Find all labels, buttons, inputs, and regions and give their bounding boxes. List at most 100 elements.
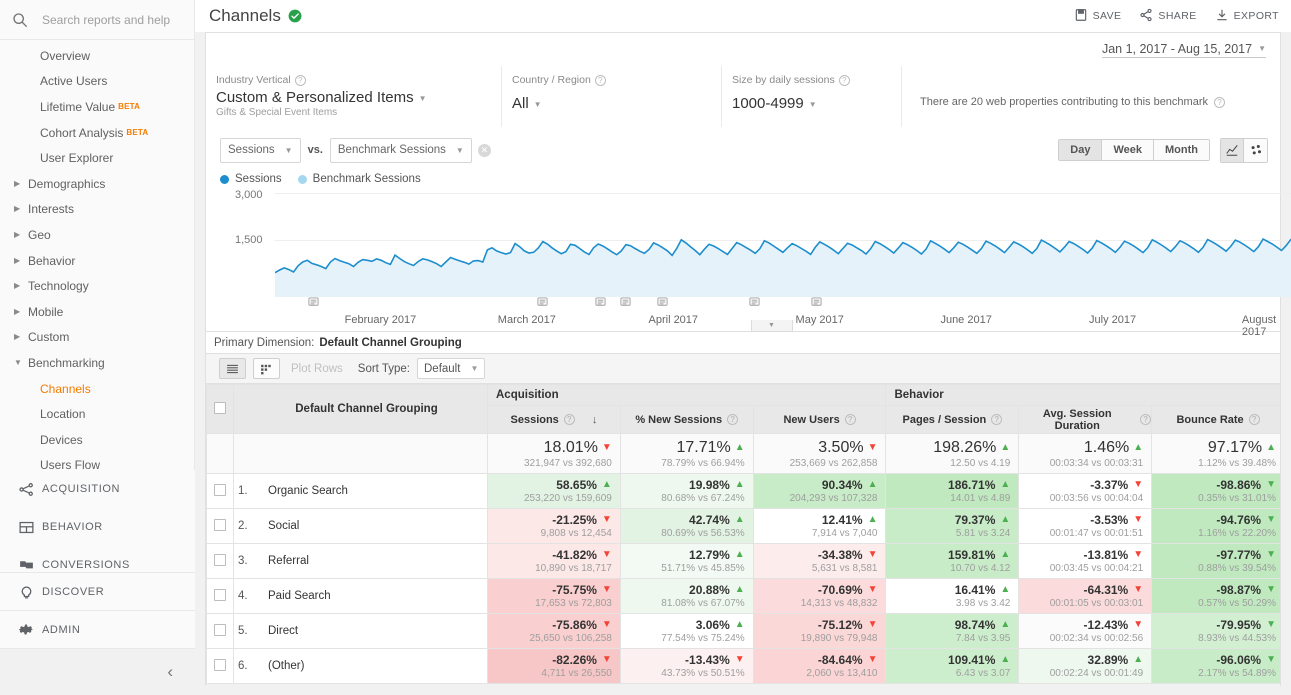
help-icon[interactable]: ? (1248, 414, 1260, 425)
granularity-day-button[interactable]: Day (1059, 140, 1103, 160)
chart-annotation-marker[interactable] (308, 297, 319, 311)
table-row[interactable]: 5. Direct -75.86% ▼ 25,650 vs 106,258 3.06% ▲ 7… (206, 613, 1280, 649)
column-header-bounce-rate[interactable]: Bounce Rate? (1151, 405, 1280, 434)
row-channel-name[interactable]: Paid Search (268, 590, 331, 602)
primary-metric-select[interactable]: Sessions ▼ (220, 137, 301, 163)
granularity-week-button[interactable]: Week (1102, 140, 1155, 160)
sidebar-item-overview[interactable]: Overview (0, 43, 194, 69)
date-range-picker[interactable]: Jan 1, 2017 - Aug 15, 2017 ▼ (1101, 42, 1266, 58)
sidebar-section-discover[interactable]: DISCOVER (0, 572, 195, 610)
sidebar-item-behavior[interactable]: ▶ Behavior (0, 248, 194, 274)
sidebar-item-cohort-analysis[interactable]: Cohort Analysis BETA (0, 120, 194, 146)
sidebar-item-mobile[interactable]: ▶ Mobile (0, 299, 194, 325)
help-icon[interactable]: ? (838, 74, 850, 86)
metric-comparison: 00:03:56 vs 00:04:04 (1049, 493, 1144, 504)
sidebar-item-geo[interactable]: ▶ Geo (0, 222, 194, 248)
sidebar-item-devices[interactable]: Devices (0, 427, 194, 453)
grid-view-icon[interactable] (253, 358, 280, 379)
sidebar-item-channels[interactable]: Channels (0, 376, 194, 402)
table-row[interactable]: 2. Social -21.25% ▼ 9,808 vs 12,454 42.74% ▲ 80… (206, 508, 1280, 544)
select-all-checkbox[interactable] (214, 401, 226, 414)
help-icon[interactable]: ? (563, 414, 575, 425)
column-header-avg-session-duration[interactable]: Avg. Session Duration? (1018, 405, 1153, 434)
sidebar-item-user-explorer[interactable]: User Explorer (0, 145, 194, 171)
row-checkbox[interactable] (214, 588, 226, 601)
metric-comparison: 4,711 vs 26,550 (541, 668, 612, 679)
sidebar-collapse-button[interactable]: ‹ (0, 648, 195, 695)
table-row[interactable]: 6. (Other) -82.26% ▼ 4,711 vs 26,550 -13.43% ▼… (206, 648, 1280, 684)
chart-zoom-handle[interactable]: ▼ (750, 320, 793, 332)
row-checkbox[interactable] (214, 623, 226, 636)
line-chart-icon[interactable] (1221, 138, 1244, 162)
row-checkbox[interactable] (214, 658, 226, 671)
legend-item-benchmark-sessions[interactable]: Benchmark Sessions (297, 173, 421, 185)
help-icon[interactable]: ? (844, 414, 856, 425)
sidebar-item-technology[interactable]: ▶ Technology (0, 273, 194, 299)
sidebar-item-location[interactable]: Location (0, 401, 194, 427)
sidebar-item-custom[interactable]: ▶ Custom (0, 325, 194, 351)
metric-cell: 58.65% ▲ 253,220 vs 159,609 (487, 473, 621, 509)
metric-cell: 42.74% ▲ 80.69% vs 56.53% (619, 508, 754, 544)
chart-annotation-marker[interactable] (595, 297, 606, 311)
search-input[interactable] (40, 11, 185, 28)
column-header-label: Bounce Rate (1176, 413, 1244, 426)
filter-country-region: Country / Region ? All ▼ (501, 66, 721, 127)
sidebar-item-users-flow[interactable]: Users Flow (0, 453, 194, 470)
group-header-behavior: Behavior (885, 384, 1280, 406)
help-icon[interactable]: ? (594, 74, 606, 86)
table-row[interactable]: 3. Referral -41.82% ▼ 10,890 vs 18,717 12.79%… (206, 543, 1280, 579)
remove-comparison-icon[interactable]: ✕ (477, 143, 491, 157)
filter-label: Industry Vertical ? (216, 74, 501, 86)
sort-type-select[interactable]: Default ▼ (417, 358, 486, 379)
chart-annotation-marker[interactable] (749, 297, 760, 311)
help-icon[interactable]: ? (1214, 96, 1225, 108)
sidebar-item-interests[interactable]: ▶ Interests (0, 197, 194, 223)
column-header-new-users[interactable]: New Users? (752, 405, 887, 434)
sidebar-section-admin[interactable]: ADMIN (0, 610, 195, 648)
sidebar-section-acquisition[interactable]: ACQUISITION (0, 470, 195, 508)
sidebar-item-demographics[interactable]: ▶ Demographics (0, 171, 194, 197)
row-checkbox[interactable] (214, 483, 226, 496)
save-button[interactable]: SAVE (1074, 8, 1122, 25)
sessions-area-chart[interactable] (275, 193, 1291, 297)
legend-item-sessions[interactable]: Sessions (220, 173, 282, 185)
filter-value[interactable]: All ▼ (512, 95, 721, 112)
share-button[interactable]: SHARE (1139, 8, 1196, 25)
filter-value[interactable]: Custom & Personalized Items ▼ (216, 89, 501, 106)
metric-cell: -34.38% ▼ 5,631 vs 8,581 (752, 543, 887, 579)
help-icon[interactable]: ? (991, 414, 1003, 425)
sidebar-item-lifetime-value[interactable]: Lifetime Value BETA (0, 94, 194, 120)
filter-value[interactable]: 1000-4999 ▼ (732, 95, 901, 112)
help-icon[interactable]: ? (294, 74, 306, 86)
export-button[interactable]: EXPORT (1215, 8, 1279, 25)
row-channel-name[interactable]: Social (268, 520, 299, 532)
column-header-sessions[interactable]: Sessions? ↓ (487, 405, 621, 434)
sidebar-item-active-users[interactable]: Active Users (0, 69, 194, 95)
row-channel-name[interactable]: Direct (268, 625, 298, 637)
chart-annotation-marker[interactable] (657, 297, 668, 311)
row-channel-name[interactable]: Organic Search (268, 485, 348, 497)
plot-rows-button[interactable]: Plot Rows (287, 363, 347, 375)
secondary-metric-select[interactable]: Benchmark Sessions ▼ (329, 137, 472, 163)
row-channel-name[interactable]: (Other) (268, 660, 304, 672)
table-view-icon[interactable] (219, 358, 246, 379)
help-icon[interactable]: ? (1140, 414, 1152, 425)
chart-annotation-marker[interactable] (537, 297, 548, 311)
sidebar-item-label: Channels (40, 381, 91, 396)
sidebar-section-behavior[interactable]: BEHAVIOR (0, 508, 195, 546)
row-checkbox[interactable] (214, 553, 226, 566)
help-icon[interactable]: ? (727, 414, 739, 425)
sidebar-item-benchmarking[interactable]: ▼ Benchmarking (0, 350, 194, 376)
table-scroll-container[interactable]: Default Channel Grouping Acquisition Beh… (205, 384, 1281, 686)
row-channel-name[interactable]: Referral (268, 555, 309, 567)
granularity-month-button[interactable]: Month (1154, 140, 1209, 160)
column-header--new-sessions[interactable]: % New Sessions? (619, 405, 754, 434)
chart-annotation-marker[interactable] (811, 297, 822, 311)
primary-dimension-value[interactable]: Default Channel Grouping (319, 337, 461, 349)
table-row[interactable]: 4. Paid Search -75.75% ▼ 17,653 vs 72,803 20.… (206, 578, 1280, 614)
scatter-chart-icon[interactable] (1244, 138, 1267, 162)
chart-annotation-marker[interactable] (620, 297, 631, 311)
table-row[interactable]: 1. Organic Search 58.65% ▲ 253,220 vs 159,60… (206, 473, 1280, 509)
column-header-pages-session[interactable]: Pages / Session? (885, 405, 1020, 434)
row-checkbox[interactable] (214, 518, 226, 531)
